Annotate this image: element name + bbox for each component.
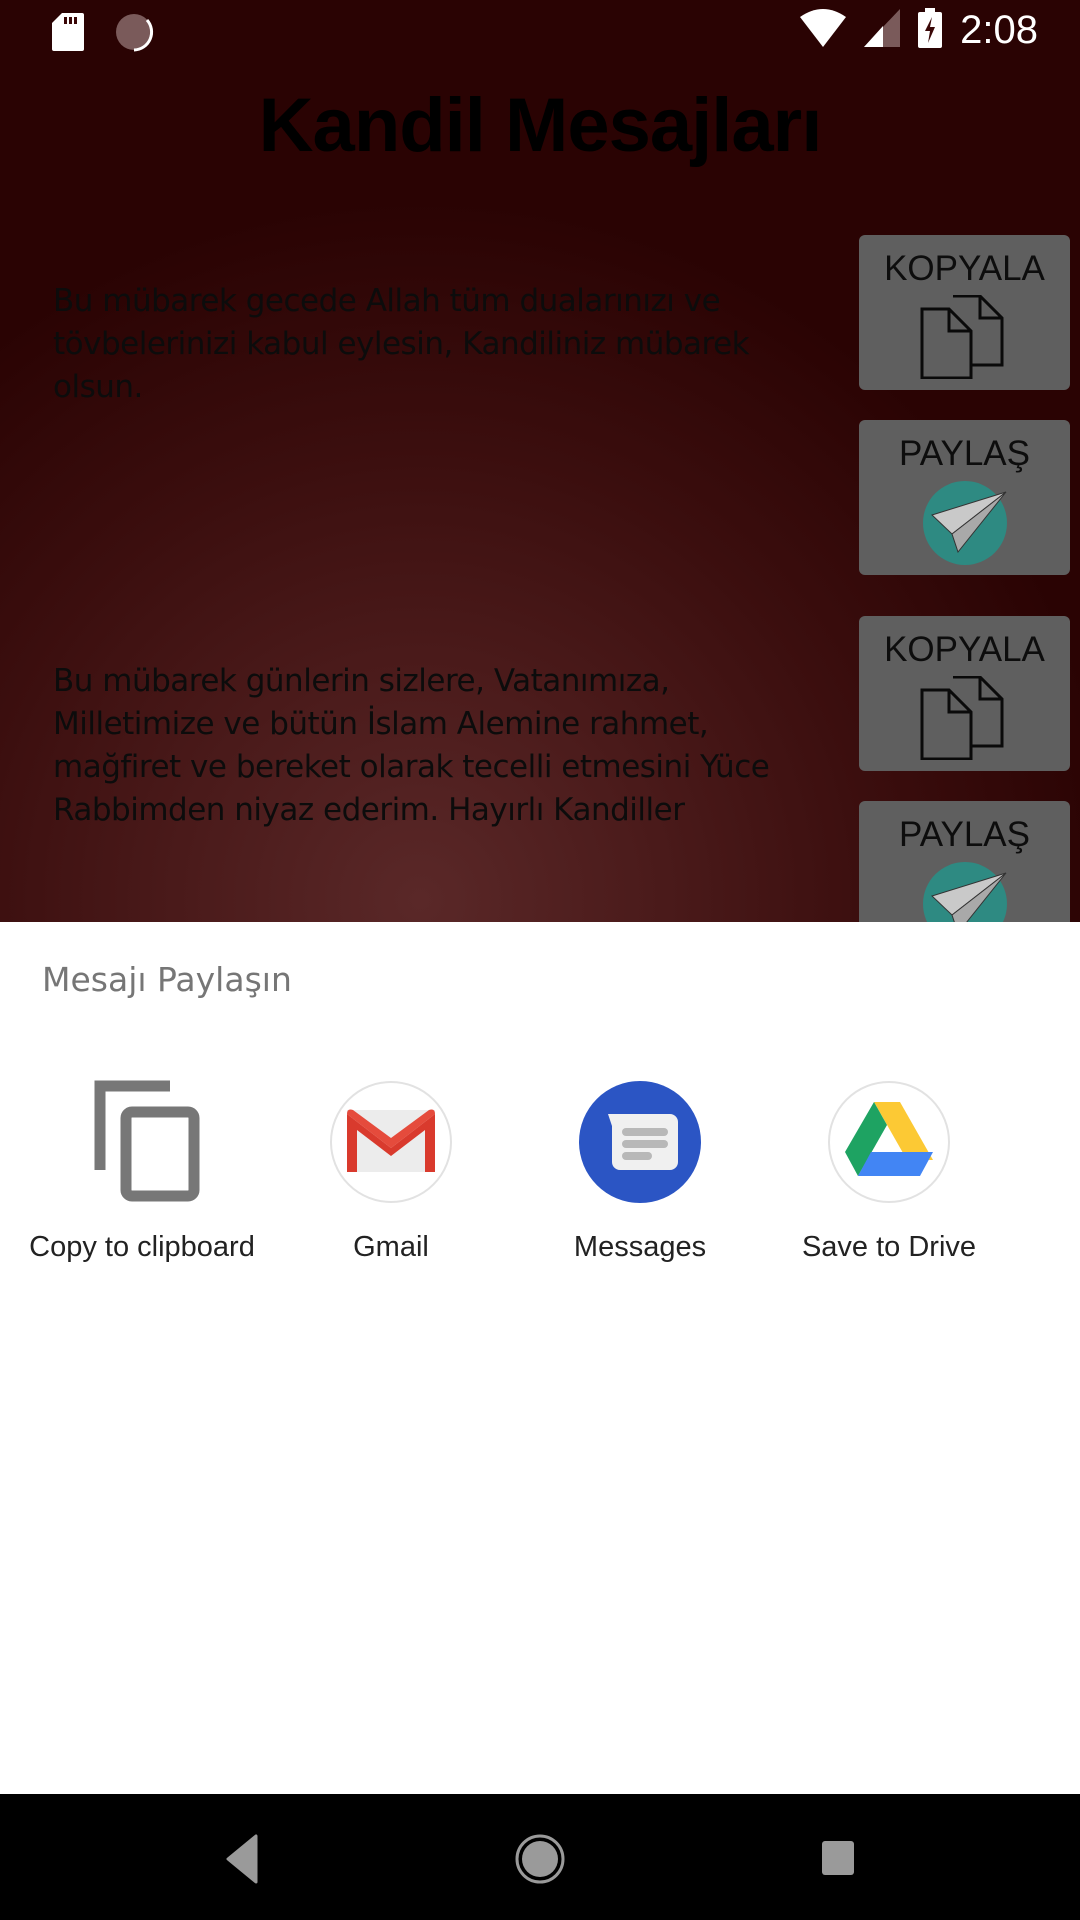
share-button-label: PAYLAŞ <box>899 434 1030 473</box>
copy-button[interactable]: KOPYALA <box>859 235 1070 390</box>
share-button[interactable]: PAYLAŞ <box>859 420 1070 575</box>
recents-icon <box>822 1841 854 1875</box>
app-title: Kandil Mesajları <box>258 83 823 168</box>
share-target-messages[interactable]: Messages <box>515 1080 765 1266</box>
copy-button[interactable]: KOPYALA <box>859 616 1070 771</box>
back-icon <box>226 1834 258 1884</box>
drive-icon <box>828 1081 950 1203</box>
message-text: Bu mübarek gecede Allah tüm dualarınızı … <box>53 283 750 405</box>
share-target-label: Messages <box>573 1231 707 1263</box>
wifi-icon <box>800 9 847 52</box>
gmail-icon <box>330 1081 452 1203</box>
clock: 2:08 <box>960 8 1038 52</box>
copy-documents-icon <box>920 676 1003 760</box>
share-target-label: Save to Drive <box>801 1231 977 1263</box>
status-bar: 2:08 <box>0 0 1080 63</box>
recents-button[interactable] <box>803 1824 873 1894</box>
home-icon <box>515 1834 565 1884</box>
navigation-bar <box>0 1794 1080 1920</box>
home-button[interactable] <box>505 1824 575 1894</box>
share-target-copy-to-clipboard[interactable]: Copy to clipboard <box>17 1080 267 1266</box>
share-button-label: PAYLAŞ <box>899 815 1030 854</box>
battery-charging-icon <box>918 8 943 53</box>
sd-card-icon <box>52 13 84 56</box>
sync-progress-icon <box>114 12 154 57</box>
share-target-gmail[interactable]: Gmail <box>266 1080 516 1266</box>
cell-signal-icon <box>864 9 901 52</box>
copy-button-label: KOPYALA <box>884 630 1045 669</box>
copy-button-label: KOPYALA <box>884 249 1045 288</box>
share-sheet: Mesajı Paylaşın Copy to clipboard Gmail <box>0 922 1080 1794</box>
share-target-save-to-drive[interactable]: Save to Drive <box>764 1080 1014 1266</box>
share-sheet-title: Mesajı Paylaşın <box>42 960 292 999</box>
share-target-label: Copy to clipboard <box>29 1231 255 1263</box>
back-button[interactable] <box>206 1824 276 1894</box>
copy-documents-icon <box>920 295 1003 379</box>
copy-icon <box>94 1080 200 1202</box>
message-text: Bu mübarek günlerin sizlere, Vatanımıza,… <box>53 663 770 828</box>
share-target-label: Gmail <box>353 1231 429 1263</box>
messages-icon <box>579 1081 701 1203</box>
paper-plane-icon <box>922 481 1007 565</box>
